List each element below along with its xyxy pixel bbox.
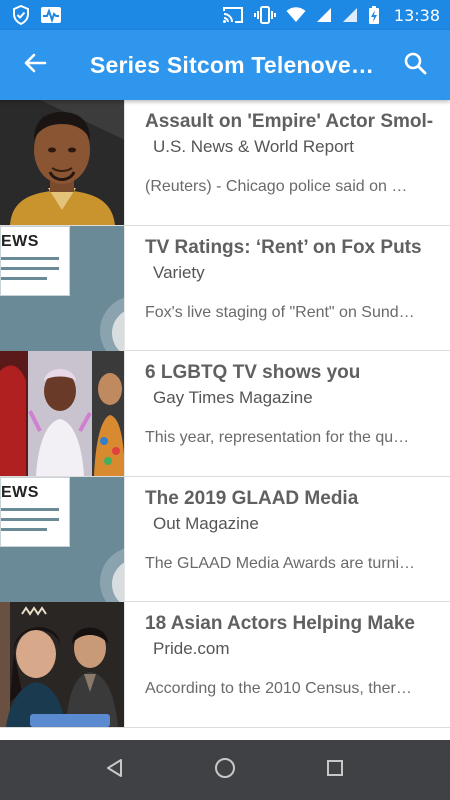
nav-home-button[interactable] [195, 740, 255, 800]
article-snippet: The GLAAD Media Awards are turni… [145, 554, 416, 572]
battery-charging-icon [368, 5, 380, 25]
article-thumbnail [0, 602, 125, 727]
signal-icon-2 [342, 7, 358, 23]
nav-home-icon [214, 757, 236, 784]
article-title: Assault on 'Empire' Actor Smol- [145, 111, 434, 132]
article-source: Pride.com [153, 639, 230, 658]
article-card[interactable]: Assault on 'Empire' Actor Smol- U.S. New… [0, 100, 450, 226]
news-logo-text: EWS [1, 232, 39, 250]
news-line [1, 266, 59, 270]
news-logo: EWS [0, 476, 70, 547]
page-title: Series Sitcom Telenovel… [90, 51, 380, 78]
arrow-back-icon [23, 51, 47, 80]
article-title: The 2019 GLAAD Media [145, 487, 359, 509]
news-line [1, 527, 47, 531]
article-list[interactable]: Assault on 'Empire' Actor Smol- U.S. New… [0, 100, 450, 740]
activity-icon [40, 6, 62, 24]
article-thumbnail [0, 351, 125, 476]
article-thumbnail: EWS [0, 476, 125, 602]
article-card[interactable]: EWS TV Ratings: ‘Rent’ on Fox Puts Varie… [0, 225, 450, 351]
news-line [1, 276, 47, 280]
signal-icon [316, 7, 332, 23]
article-card[interactable]: 18 Asian Actors Helping Make Pride.com A… [0, 602, 450, 728]
article-snippet: Fox's live staging of "Rent" on Sund… [145, 303, 415, 321]
article-title: TV Ratings: ‘Rent’ on Fox Puts [145, 236, 422, 258]
nav-recents-button[interactable] [305, 740, 365, 800]
search-button[interactable] [380, 30, 450, 100]
search-icon [403, 51, 427, 80]
shield-icon [12, 5, 30, 25]
wifi-icon [286, 7, 306, 23]
cast-icon [222, 6, 244, 24]
news-line [1, 517, 59, 521]
article-card[interactable]: EWS The 2019 GLAAD Media Out Magazine Th… [0, 476, 450, 602]
nav-back-icon [105, 758, 125, 783]
article-snippet: According to the 2010 Census, ther… [145, 680, 412, 697]
app-bar: Series Sitcom Telenovel… [0, 30, 450, 100]
article-title: 18 Asian Actors Helping Make [145, 613, 415, 634]
news-line [1, 256, 59, 260]
article-source: Out Magazine [153, 513, 259, 533]
status-time: 13:38 [393, 5, 440, 25]
article-source: U.S. News & World Report [153, 137, 354, 156]
article-card[interactable]: 6 LGBTQ TV shows you Gay Times Magazine … [0, 351, 450, 477]
article-source: Variety [153, 262, 205, 282]
vibrate-icon [253, 5, 276, 25]
news-line [1, 507, 59, 511]
article-title: 6 LGBTQ TV shows you [145, 362, 361, 383]
article-snippet: This year, representation for the qu… [145, 429, 410, 446]
news-logo: EWS [0, 225, 70, 296]
news-logo-text: EWS [1, 483, 39, 501]
back-button[interactable] [0, 30, 70, 100]
article-snippet: (Reuters) - Chicago police said on … [145, 178, 408, 195]
nav-recents-icon [326, 759, 344, 782]
system-nav-bar [0, 740, 450, 800]
nav-back-button[interactable] [85, 740, 145, 800]
status-bar: 13:38 [0, 0, 450, 30]
article-thumbnail [0, 100, 125, 225]
article-thumbnail: EWS [0, 225, 125, 351]
article-source: Gay Times Magazine [153, 388, 313, 407]
